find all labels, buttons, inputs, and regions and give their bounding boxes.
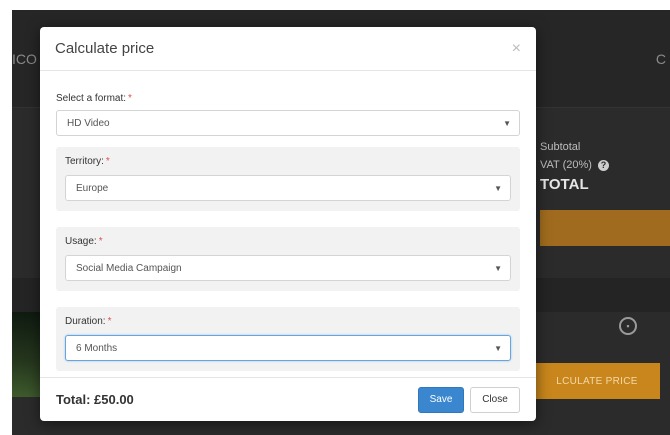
close-button[interactable]: Close bbox=[470, 386, 520, 413]
background-orange-bar bbox=[540, 210, 670, 246]
required-mark: * bbox=[98, 236, 103, 247]
chevron-down-icon: ▼ bbox=[494, 183, 502, 193]
usage-field: Usage: * Social Media Campaign ▼ bbox=[56, 227, 520, 291]
format-select-value: HD Video bbox=[67, 117, 110, 129]
format-select[interactable]: HD Video ▼ bbox=[56, 110, 520, 136]
modal-body: Select a format: * HD Video ▼ Territory: *… bbox=[40, 71, 536, 371]
video-thumbnail bbox=[12, 312, 42, 397]
required-mark: * bbox=[105, 156, 110, 167]
vat-row: VAT (20%) ? bbox=[540, 156, 609, 174]
subtotal-label: Subtotal bbox=[540, 141, 581, 153]
background-title: ICO bbox=[12, 51, 37, 67]
required-mark: * bbox=[128, 93, 132, 104]
territory-field: Territory: * Europe ▼ bbox=[56, 147, 520, 211]
total-label: TOTAL bbox=[540, 176, 589, 193]
close-icon[interactable]: × bbox=[512, 40, 521, 57]
duration-field: Duration: * 6 Months ▼ bbox=[56, 307, 520, 371]
save-button[interactable]: Save bbox=[418, 386, 464, 413]
modal-footer: Total: £50.00 Save Close bbox=[40, 377, 536, 421]
duration-label-text: Duration: bbox=[65, 316, 106, 327]
help-icon: ? bbox=[597, 159, 609, 171]
circle-icon: ▪ bbox=[619, 317, 637, 335]
subtotal-row: Subtotal bbox=[540, 138, 609, 156]
required-mark: * bbox=[107, 316, 112, 327]
chevron-down-icon: ▼ bbox=[503, 118, 511, 128]
format-label: Select a format: * bbox=[56, 93, 520, 104]
territory-label-text: Territory: bbox=[65, 156, 104, 167]
duration-select[interactable]: 6 Months ▼ bbox=[65, 335, 511, 361]
duration-select-value: 6 Months bbox=[76, 342, 118, 354]
price-summary: Subtotal VAT (20%) ? TOTAL bbox=[540, 138, 609, 194]
format-field: Select a format: * HD Video ▼ bbox=[56, 71, 520, 136]
calculate-price-modal: Calculate price × Select a format: * HD V… bbox=[40, 27, 536, 421]
modal-header: Calculate price × bbox=[40, 27, 536, 71]
territory-select-value: Europe bbox=[76, 182, 109, 194]
footer-buttons: Save Close bbox=[418, 386, 520, 413]
usage-select-value: Social Media Campaign bbox=[76, 262, 182, 274]
usage-select[interactable]: Social Media Campaign ▼ bbox=[65, 255, 511, 281]
vat-label: VAT (20%) bbox=[540, 159, 592, 171]
usage-label: Usage: * bbox=[65, 236, 511, 247]
total-price: Total: £50.00 bbox=[56, 392, 134, 407]
usage-label-text: Usage: bbox=[65, 236, 97, 247]
territory-select[interactable]: Europe ▼ bbox=[65, 175, 511, 201]
modal-title: Calculate price bbox=[55, 40, 155, 57]
calculate-price-button: LCULATE PRICE bbox=[534, 363, 660, 399]
background-right-text: C bbox=[655, 51, 666, 67]
chevron-down-icon: ▼ bbox=[494, 343, 502, 353]
territory-label: Territory: * bbox=[65, 156, 511, 167]
chevron-down-icon: ▼ bbox=[494, 263, 502, 273]
format-label-text: Select a format: bbox=[56, 93, 127, 104]
duration-label: Duration: * bbox=[65, 316, 511, 327]
